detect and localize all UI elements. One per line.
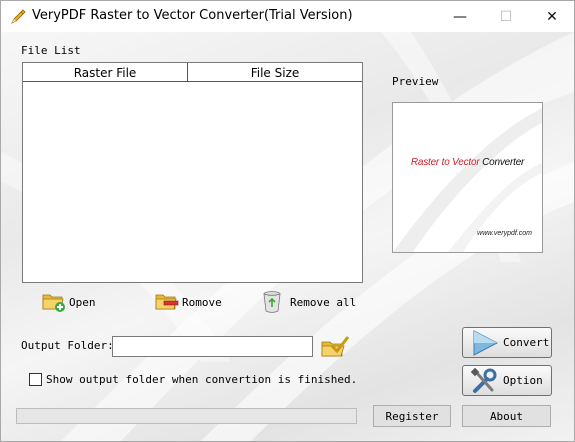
file-list[interactable]: Raster File File Size: [22, 62, 363, 283]
preview-label: Preview: [392, 75, 439, 88]
title-bar: VeryPDF Raster to Vector Converter(Trial…: [1, 1, 574, 32]
preview-pane: Raster to Vector Converter www.verypdf.c…: [392, 102, 543, 253]
folder-remove-icon: [155, 294, 179, 310]
convert-label: Convert: [503, 336, 550, 349]
option-label: Option: [503, 374, 543, 387]
remove-all-label: Remove all: [290, 295, 357, 309]
folder-check-icon[interactable]: [320, 334, 350, 358]
show-folder-label: Show output folder when convertion is fi…: [46, 373, 358, 386]
remove-label: Romove: [182, 295, 222, 309]
recycle-bin-icon: [263, 291, 281, 313]
close-button[interactable]: ✕: [529, 1, 575, 32]
play-icon: [473, 330, 499, 356]
preview-title-black: Converter: [482, 157, 525, 168]
output-folder-input[interactable]: [112, 336, 313, 357]
output-folder-label: Output Folder:: [21, 339, 114, 352]
maximize-button[interactable]: ☐: [483, 1, 529, 32]
column-file-size[interactable]: File Size: [188, 63, 362, 82]
column-raster-file[interactable]: Raster File: [23, 63, 188, 82]
option-button[interactable]: Option: [462, 365, 552, 396]
preview-url: www.verypdf.com: [477, 230, 532, 237]
convert-button[interactable]: Convert: [462, 327, 552, 358]
about-button[interactable]: About: [462, 405, 551, 427]
client-area: File List Raster File File Size Preview …: [1, 32, 574, 441]
open-label: Open: [69, 295, 96, 309]
remove-button[interactable]: Romove: [155, 290, 222, 314]
tools-icon: [470, 367, 497, 393]
preview-title-red: Raster to Vector: [410, 157, 483, 168]
pencil-icon: [11, 9, 26, 24]
remove-all-button[interactable]: Remove all: [261, 290, 356, 314]
window-title: VeryPDF Raster to Vector Converter(Trial…: [32, 8, 353, 23]
preview-product-title: Raster to Vector Converter: [393, 157, 542, 168]
folder-add-icon: [42, 294, 65, 312]
open-button[interactable]: Open: [42, 290, 96, 314]
file-list-label: File List: [21, 44, 81, 57]
register-button[interactable]: Register: [373, 405, 451, 427]
file-list-header: Raster File File Size: [23, 63, 362, 82]
minimize-button[interactable]: —: [437, 1, 483, 32]
show-folder-checkbox[interactable]: [29, 373, 42, 386]
progress-bar: [16, 408, 357, 424]
app-window: VeryPDF Raster to Vector Converter(Trial…: [0, 0, 575, 442]
